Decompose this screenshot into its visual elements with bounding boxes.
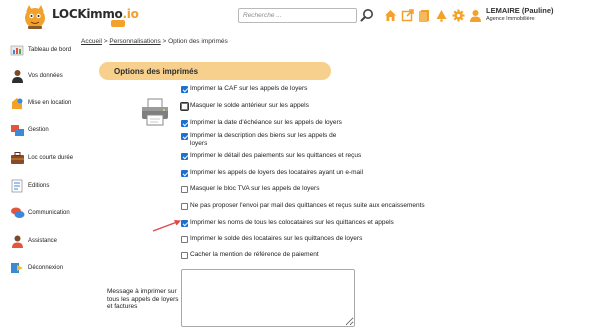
- option-imprimer-description-biens[interactable]: Imprimer la description des biens sur le…: [181, 132, 351, 148]
- annotation-arrow-icon: [152, 220, 181, 232]
- gear-icon[interactable]: [452, 9, 465, 22]
- breadcrumb: Accueil > Personnalisations > Option des…: [81, 38, 228, 45]
- support-icon: [12, 235, 23, 248]
- breadcrumb-home-link[interactable]: Accueil: [81, 38, 102, 45]
- option-label: Imprimer la description des biens sur le…: [190, 132, 337, 147]
- checkbox[interactable]: [181, 251, 188, 259]
- sidebar-item-tableau-de-bord[interactable]: Tableau de bord: [10, 42, 71, 58]
- option-label: Imprimer le détail des paiements sur les…: [190, 152, 362, 159]
- checkbox[interactable]: [181, 152, 188, 160]
- sidebar-item-label: Loc courte durée: [28, 155, 74, 161]
- search-input[interactable]: [239, 9, 356, 22]
- message-label: Message à imprimer sur tous les appels d…: [107, 288, 179, 310]
- option-ne-pas-proposer-envoi-mail[interactable]: Ne pas proposer l'envoi par mail des qui…: [181, 202, 425, 210]
- sidebar-item-label: Communication: [28, 210, 70, 216]
- checkbox[interactable]: [180, 101, 189, 111]
- sidebar-item-label: Vos données: [28, 73, 63, 79]
- cat-mascot-icon: [25, 5, 45, 29]
- option-imprimer-date-echeance[interactable]: Imprimer la date d'échéance sur les appe…: [181, 119, 342, 127]
- editions-icon: [11, 179, 23, 193]
- app-logo[interactable]: LOCKimmo.io: [16, 2, 139, 30]
- user-icon[interactable]: [469, 9, 482, 22]
- option-imprimer-noms-colocataires[interactable]: Imprimer les noms de tous les colocatair…: [181, 219, 394, 227]
- search-icon[interactable]: [360, 8, 374, 22]
- chat-icon: [11, 207, 25, 218]
- option-imprimer-caf[interactable]: Imprimer la CAF sur les appels de loyers: [181, 85, 307, 93]
- option-label: Masquer le bloc TVA sur les appels de lo…: [190, 185, 320, 192]
- home-icon[interactable]: [384, 9, 397, 22]
- logout-icon: [11, 263, 23, 273]
- logo-text: LOCKimmo.io: [52, 7, 139, 21]
- option-cacher-mention-reference[interactable]: Cacher la mention de référence de paieme…: [181, 251, 319, 259]
- checkbox[interactable]: [181, 85, 188, 93]
- rental-icon: [12, 98, 23, 109]
- document-icon[interactable]: [418, 9, 431, 22]
- sidebar-item-label: Gestion: [28, 127, 49, 133]
- bell-icon[interactable]: [435, 9, 448, 22]
- option-label: Ne pas proposer l'envoi par mail des qui…: [190, 202, 425, 209]
- option-label: Masquer le solde antérieur sur les appel…: [190, 102, 309, 109]
- section-title: Options des imprimés: [99, 62, 331, 80]
- option-masquer-solde-anterieur[interactable]: Masquer le solde antérieur sur les appel…: [180, 101, 309, 111]
- breadcrumb-separator: >: [162, 38, 167, 45]
- sidebar-item-loc-courte-duree[interactable]: Loc courte durée: [10, 150, 73, 166]
- management-icon: [11, 125, 24, 136]
- option-imprimer-solde-locataires[interactable]: Imprimer le solde des locataires sur les…: [181, 235, 362, 243]
- breadcrumb-parent-link[interactable]: Personnalisations: [109, 38, 160, 45]
- option-label: Imprimer les noms de tous les colocatair…: [190, 219, 394, 226]
- option-label: Imprimer la date d'échéance sur les appe…: [190, 119, 342, 126]
- sidebar-item-label: Mise en location: [28, 100, 72, 106]
- search-field[interactable]: [238, 8, 357, 23]
- checkbox[interactable]: [181, 119, 188, 127]
- user-name[interactable]: LEMAIRE (Pauline): [486, 6, 554, 15]
- suitcase-icon: [11, 152, 24, 164]
- breadcrumb-current: Option des imprimés: [168, 38, 228, 45]
- checkbox[interactable]: [181, 185, 188, 193]
- checkbox[interactable]: [181, 235, 188, 243]
- message-textarea[interactable]: [181, 269, 355, 327]
- option-label: Imprimer le solde des locataires sur les…: [190, 235, 363, 242]
- sidebar-item-deconnexion[interactable]: Déconnexion: [10, 260, 63, 276]
- sidebar-item-assistance[interactable]: Assistance: [10, 233, 57, 249]
- sidebar-item-label: Assistance: [28, 238, 58, 244]
- sidebar-item-communication[interactable]: Communication: [10, 205, 70, 221]
- option-label: Imprimer les appels de loyers des locata…: [190, 169, 364, 176]
- sidebar-item-label: Déconnexion: [28, 265, 64, 271]
- sidebar-item-label: Editions: [28, 183, 50, 189]
- checkbox[interactable]: [181, 169, 188, 177]
- sidebar-item-vos-donnees[interactable]: Vos données: [10, 68, 63, 84]
- person-icon: [12, 70, 23, 83]
- option-masquer-bloc-tva[interactable]: Masquer le bloc TVA sur les appels de lo…: [181, 185, 319, 193]
- external-link-icon[interactable]: [401, 9, 414, 22]
- sidebar-item-mise-en-location[interactable]: Mise en location: [10, 95, 71, 111]
- option-label: Cacher la mention de référence de paieme…: [190, 251, 319, 258]
- option-imprimer-appels-email[interactable]: Imprimer les appels de loyers des locata…: [181, 169, 363, 177]
- printer-icon: [142, 98, 168, 126]
- checkbox[interactable]: [181, 132, 188, 140]
- logo-badge: [111, 20, 125, 27]
- user-agency: Agence Immobilière: [486, 16, 535, 22]
- sidebar-item-gestion[interactable]: Gestion: [10, 122, 49, 138]
- breadcrumb-separator: >: [103, 38, 108, 45]
- checkbox[interactable]: [181, 202, 188, 210]
- dashboard-icon: [10, 45, 24, 56]
- sidebar-item-editions[interactable]: Editions: [10, 178, 49, 194]
- option-imprimer-detail-paiements[interactable]: Imprimer le détail des paiements sur les…: [181, 152, 361, 160]
- header-bar: LOCKimmo.io LEMAIRE (Pauline) Age: [0, 0, 611, 34]
- option-label: Imprimer la CAF sur les appels de loyers: [190, 85, 308, 92]
- sidebar-item-label: Tableau de bord: [28, 47, 72, 53]
- checkbox[interactable]: [181, 219, 188, 227]
